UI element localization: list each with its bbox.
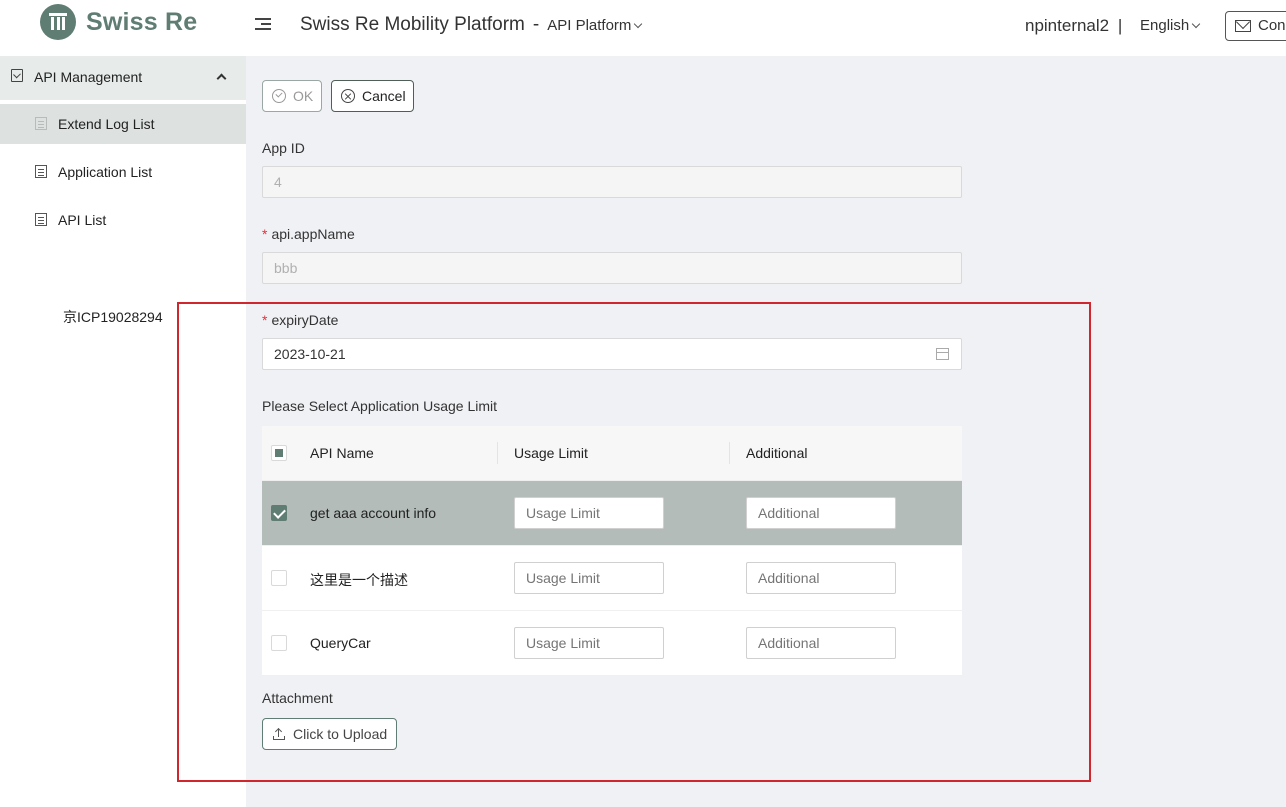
api-usage-table: API Name Usage Limit Additional get aaa … (262, 426, 962, 676)
sidebar: API Management Extend Log List Applicati… (0, 56, 246, 807)
contact-button-label: Con (1258, 17, 1286, 34)
sidebar-item-application-list[interactable]: Application List (0, 152, 246, 192)
user-name: npinternal2 | (1025, 16, 1122, 36)
row-checkbox[interactable] (271, 505, 287, 521)
title-separator: - (532, 14, 540, 35)
api-name-cell: get aaa account info (310, 505, 437, 521)
attachment-label: Attachment (262, 690, 333, 706)
cancel-button-label: Cancel (362, 88, 406, 104)
column-header-api-name: API Name (310, 445, 374, 461)
brand-name: Swiss Re (86, 7, 198, 36)
menu-collapse-icon[interactable] (255, 17, 273, 33)
platform-switcher-label: API Platform (547, 17, 632, 34)
language-label: English (1140, 17, 1190, 34)
swiss-re-logo-icon (40, 4, 76, 40)
main-content: OK Cancel App ID 4 * api.appName bbb * exp… (246, 56, 1286, 807)
user-separator: | (1117, 16, 1123, 35)
required-mark: * (262, 226, 268, 242)
icp-license: 京ICP19028294 (63, 309, 163, 325)
document-icon (35, 165, 47, 178)
app-id-label: App ID (262, 140, 305, 156)
expiry-date-label-text: expiryDate (271, 312, 339, 328)
table-row[interactable]: get aaa account info (262, 481, 962, 546)
close-circle-icon (341, 89, 355, 103)
column-header-usage-limit: Usage Limit (514, 445, 588, 461)
swiss-re-logo[interactable]: Swiss Re (40, 4, 197, 40)
api-management-icon (11, 69, 23, 82)
ok-button[interactable]: OK (262, 80, 322, 112)
expiry-date-label: * expiryDate (262, 312, 338, 328)
page-title: Swiss Re Mobility Platform - API Platform (300, 14, 643, 36)
row-checkbox[interactable] (271, 570, 287, 586)
upload-button-label: Click to Upload (293, 726, 388, 742)
sidebar-item-extend-log-list[interactable]: Extend Log List (0, 104, 246, 144)
language-selector[interactable]: English (1140, 17, 1201, 34)
additional-input[interactable] (746, 562, 896, 594)
cancel-button[interactable]: Cancel (331, 80, 414, 112)
expiry-date-value: 2023-10-21 (274, 346, 346, 362)
platform-title: Swiss Re Mobility Platform (300, 14, 525, 35)
table-header: API Name Usage Limit Additional (262, 426, 962, 481)
additional-input[interactable] (746, 497, 896, 529)
column-divider (729, 442, 730, 464)
mail-icon (1235, 20, 1251, 32)
api-name-cell: QueryCar (310, 635, 371, 651)
sidebar-group-api-management[interactable]: API Management (0, 56, 246, 100)
row-checkbox[interactable] (271, 635, 287, 651)
select-all-checkbox[interactable] (271, 445, 287, 461)
table-row[interactable]: 这里是一个描述 (262, 546, 962, 611)
sidebar-item-api-list[interactable]: API List (0, 200, 246, 240)
upload-button[interactable]: Click to Upload (262, 718, 397, 750)
calendar-icon (936, 348, 949, 360)
usage-limit-input[interactable] (514, 562, 664, 594)
column-header-additional: Additional (746, 445, 808, 461)
table-row[interactable]: QueryCar (262, 611, 962, 676)
usage-limit-section-label: Please Select Application Usage Limit (262, 398, 498, 414)
top-header: Swiss Re Swiss Re Mobility Platform - API … (0, 0, 1286, 56)
additional-input[interactable] (746, 627, 896, 659)
app-id-field: 4 (262, 166, 962, 198)
app-name-label: * api.appName (262, 226, 355, 242)
app-name-field: bbb (262, 252, 962, 284)
platform-switcher[interactable]: API Platform (547, 17, 643, 34)
api-name-cell: 这里是一个描述 (310, 572, 408, 588)
app-name-label-text: api.appName (271, 226, 355, 242)
document-icon (35, 117, 47, 130)
user-name-label: npinternal2 (1025, 16, 1110, 35)
chevron-down-icon (1191, 19, 1201, 29)
document-icon (35, 213, 47, 226)
chevron-up-icon (216, 73, 227, 84)
required-mark: * (262, 312, 268, 328)
usage-limit-input[interactable] (514, 627, 664, 659)
ok-button-label: OK (293, 88, 314, 104)
sidebar-item-label: Extend Log List (58, 116, 155, 132)
contact-button[interactable]: Con (1225, 11, 1286, 41)
usage-limit-input[interactable] (514, 497, 664, 529)
sidebar-group-label: API Management (34, 69, 143, 85)
sidebar-item-label: API List (58, 212, 107, 228)
upload-icon (273, 727, 285, 740)
chevron-down-icon (634, 19, 643, 29)
expiry-date-picker[interactable]: 2023-10-21 (262, 338, 962, 370)
check-circle-icon (272, 89, 286, 103)
column-divider (497, 442, 498, 464)
sidebar-item-label: Application List (58, 164, 153, 180)
